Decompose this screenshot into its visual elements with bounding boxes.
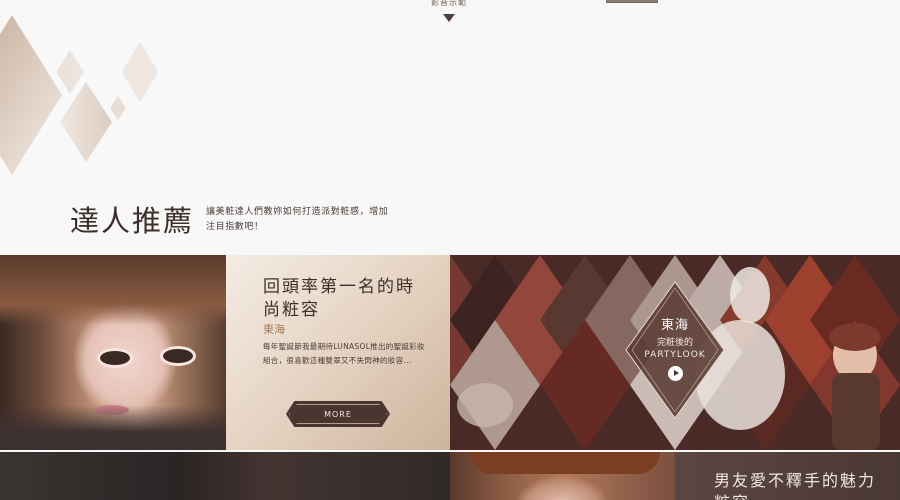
badge-name: 東海: [660, 317, 689, 333]
story-author: 東海: [263, 323, 285, 336]
expert-photo[interactable]: [0, 255, 226, 450]
top-button[interactable]: [606, 0, 658, 3]
video-badge[interactable]: 東海 完粧後的 PARTYLOOK: [624, 280, 726, 420]
story-title[interactable]: 回頭率第一名的時尚粧容: [263, 276, 433, 322]
more-button-label: MORE: [324, 409, 352, 419]
badge-line2: PARTYLOOK: [644, 349, 706, 360]
play-icon[interactable]: [667, 365, 683, 381]
video-demo-link[interactable]: 影音示範: [425, 0, 473, 8]
diamond-outline-icon: [0, 452, 450, 500]
section-description: 讓美粧達人們教妳如何打造派對粧感，增加注目指數吧！: [206, 207, 389, 232]
hat-shape: [470, 452, 660, 474]
chevron-down-icon[interactable]: [443, 14, 455, 22]
section-title: 達人推薦: [70, 204, 195, 238]
story-body: 每年聖誕節我最期待LUNASOL推出的聖誕彩妝組合，很喜歡這種雙翠又不失閃神的妝…: [263, 342, 425, 365]
badge-line1: 完粧後的: [656, 337, 693, 348]
more-button[interactable]: MORE: [286, 401, 390, 427]
story-title-2[interactable]: 男友愛不釋手的魅力粧容: [714, 470, 884, 500]
decorative-diamonds: [0, 15, 158, 175]
